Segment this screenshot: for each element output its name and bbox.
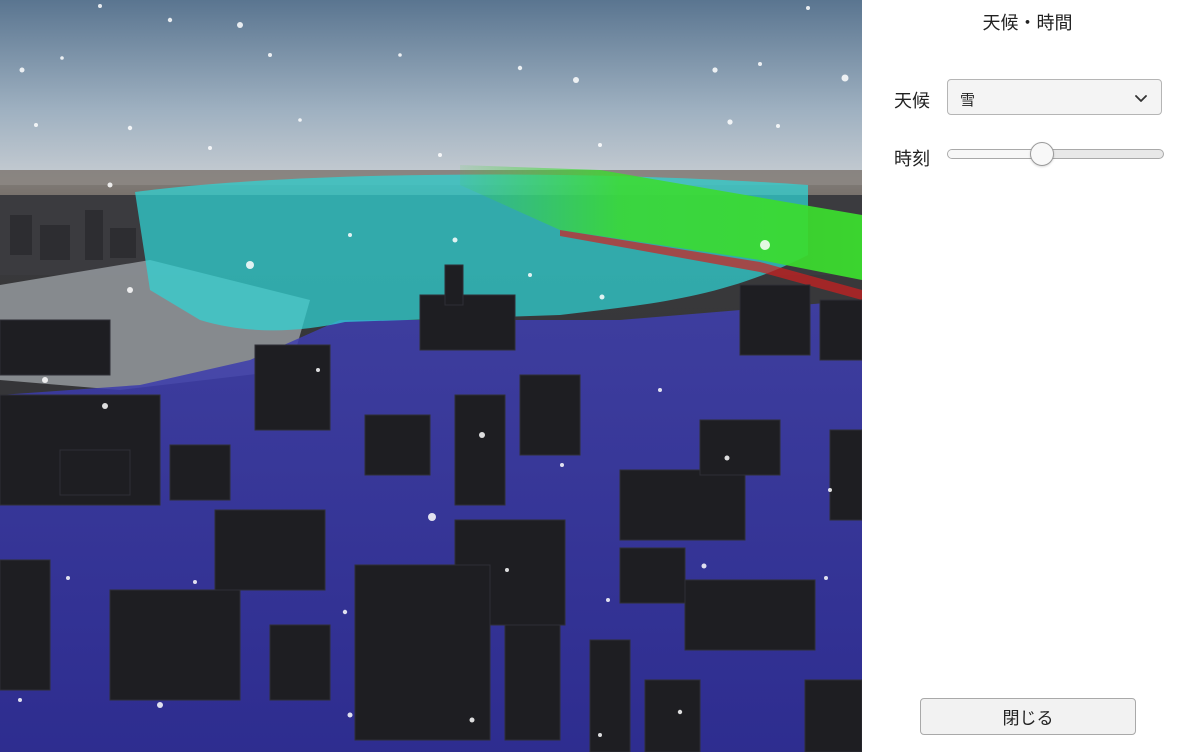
time-label: 時刻 [894, 149, 930, 170]
weather-label: 天候 [894, 91, 930, 112]
time-slider-fill [948, 150, 1042, 158]
time-slider[interactable] [947, 140, 1164, 170]
city-scene [0, 0, 862, 752]
chevron-down-icon [1135, 95, 1147, 102]
weather-dropdown[interactable]: 雪 [947, 79, 1162, 115]
weather-time-panel: 天候・時間 天候 雪 時刻 閉じる [862, 0, 1193, 752]
close-button[interactable]: 閉じる [920, 698, 1136, 735]
app: 天候・時間 天候 雪 時刻 閉じる [0, 0, 1193, 752]
sky [0, 0, 862, 185]
time-slider-thumb[interactable] [1030, 142, 1054, 166]
3d-city-viewport[interactable] [0, 0, 862, 752]
weather-dropdown-value: 雪 [960, 91, 976, 109]
panel-title: 天候・時間 [982, 13, 1073, 34]
